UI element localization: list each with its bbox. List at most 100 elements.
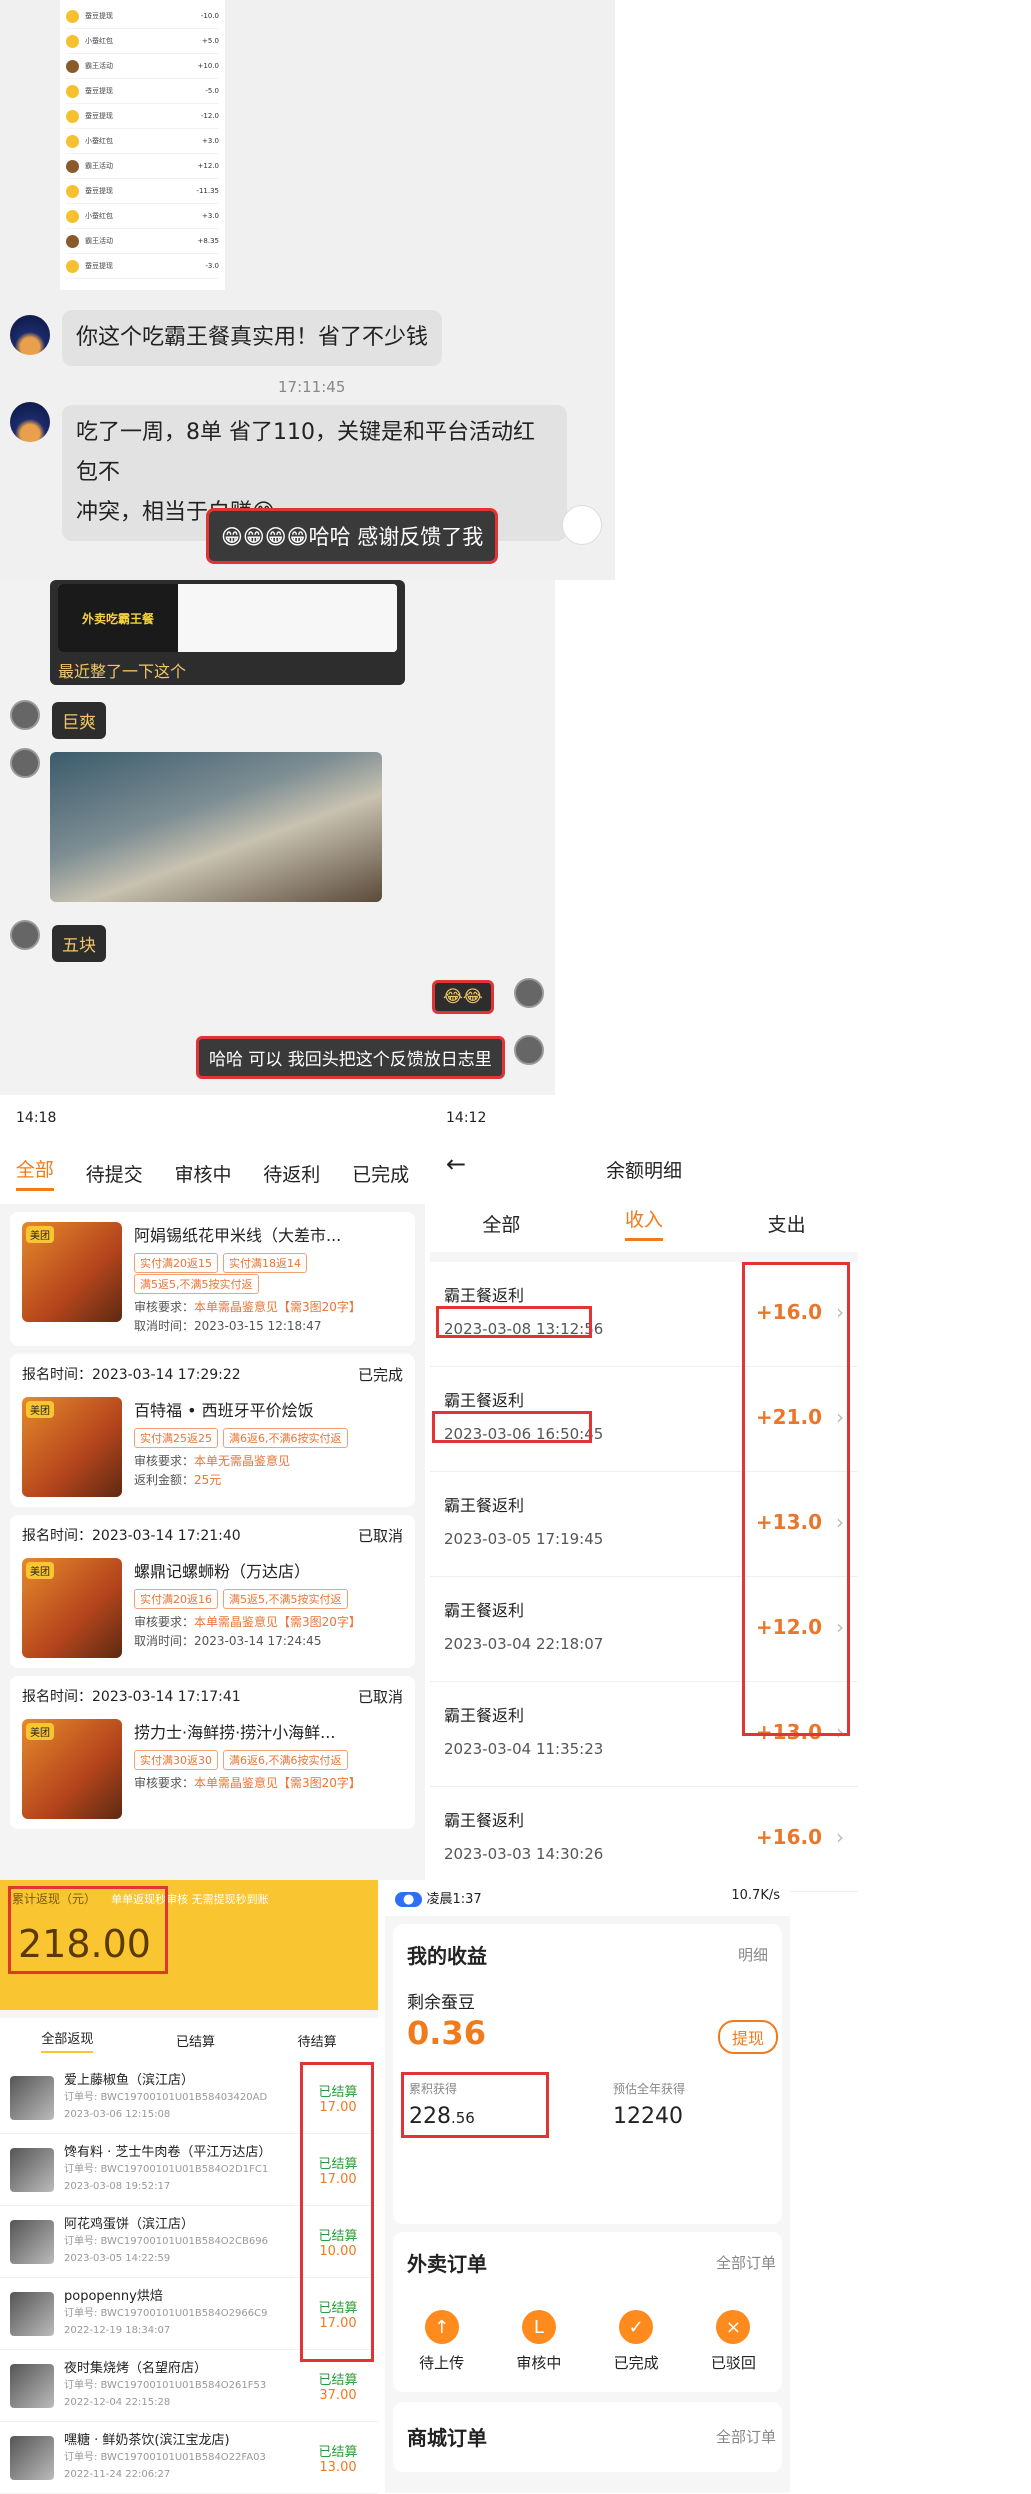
reject-icon: × [716, 2310, 751, 2344]
tab-0[interactable]: 全部 [482, 1210, 520, 1237]
user-avatar [10, 315, 50, 355]
food-image: 美团 [22, 1222, 122, 1322]
order-number: 订单号: BWC19700101U01B584O2966C9 [64, 2308, 268, 2319]
meituan-badge: 美团 [26, 1226, 54, 1243]
mini-row: 蚕豆提现 -11.35 [66, 179, 219, 204]
order-status-item[interactable]: × 已驳回 [711, 2310, 756, 2373]
meituan-badge: 美团 [26, 1562, 54, 1579]
coin-icon [66, 34, 79, 48]
coin-icon [66, 184, 79, 198]
status-label: 已完成 [613, 2354, 659, 2372]
review-requirement: 本单需晶鉴意见【需3图20字】 [194, 1300, 361, 1314]
mini-amount: -12.0 [200, 112, 219, 120]
coin-icon [66, 159, 79, 173]
order-status-item[interactable]: L 审核中 [516, 2310, 561, 2373]
check-icon: ✓ [619, 2310, 654, 2344]
tab-4[interactable]: 已完成 [352, 1160, 409, 1187]
orders-screen: 14:18 全部 待提交 审核中 待返利 已完成 美团 阿娟锡纸花甲米线（大差市... 实付… [0, 1100, 425, 1880]
row-date: 2023-03-04 22:18:07 [444, 1635, 604, 1653]
tab-2[interactable]: 支出 [768, 1210, 806, 1237]
row-title: 霸王餐返利 [444, 1601, 525, 1620]
order-number: 订单号: BWC19700101U01B584O2CB696 [64, 2236, 268, 2247]
nav-bar: ← 余额明细 [430, 1142, 858, 1194]
mini-label: 蚕豆提现 [85, 12, 113, 20]
status-bar: 14:12 [430, 1100, 858, 1142]
rebate-tag: 实付满25返25 [134, 1428, 218, 1448]
rebate-item[interactable]: 嘿糖 · 鲜奶茶饮(滨江宝龙店) 订单号: BWC19700101U01B584O… [0, 2422, 378, 2494]
rebate-screen: 累计返现（元） 单单返现秒审核 无需提现秒到账 218.00 全部返现 已结算 待结… [0, 1880, 378, 2494]
rebate-tag: 实付满20返15 [134, 1253, 218, 1273]
order-status-item[interactable]: ✓ 已完成 [614, 2310, 659, 2373]
shop-logo [10, 2075, 54, 2120]
shop-logo [10, 2147, 54, 2192]
reply-bubble: 哈哈 可以 我回头把这个反馈放日志里 [196, 1036, 505, 1079]
mini-amount: +8.35 [197, 237, 219, 245]
all-orders-link[interactable]: 全部订单 [716, 2426, 776, 2447]
mini-row: 霸王活动 +8.35 [66, 229, 219, 254]
review-requirement: 本单需晶鉴意见【需3图20字】 [194, 1776, 361, 1790]
message-bubble: 你这个吃霸王餐真实用！省了不少钱 [62, 310, 443, 366]
user-avatar [10, 748, 40, 778]
tab-1[interactable]: 待提交 [86, 1160, 143, 1187]
coin-icon [66, 234, 79, 248]
message-timestamp: 17:11:45 [278, 378, 346, 396]
message-bubble: 五块 [52, 925, 106, 962]
coin-icon [66, 209, 79, 223]
coin-icon [66, 259, 79, 273]
balance-row[interactable]: 霸王餐返利 2023-03-03 14:30:26 +16.0 › [430, 1787, 858, 1892]
register-time: 报名时间：2023-03-14 17:29:22 [22, 1367, 241, 1383]
mini-row: 蚕豆提现 -5.0 [66, 79, 219, 104]
register-time: 报名时间：2023-03-14 17:21:40 [22, 1528, 241, 1544]
mini-label: 霸王活动 [85, 62, 113, 70]
coin-icon [66, 9, 79, 23]
tab-2[interactable]: 审核中 [174, 1160, 231, 1187]
order-status-item[interactable]: ↑ 待上传 [419, 2310, 464, 2373]
card-thumbnail: 外卖吃霸王餐 [58, 584, 178, 652]
message-bubble: 巨爽 [52, 702, 106, 739]
review-requirement: 本单需晶鉴意见【需3图20字】 [194, 1615, 361, 1629]
detail-link[interactable]: 明细 [738, 1944, 768, 1965]
coin-icon [66, 134, 79, 148]
my-avatar [514, 1035, 544, 1065]
order-card[interactable]: 报名时间：2023-03-14 17:17:41 已取消 美团 捞力士·海鲜捞·捞汁小… [10, 1676, 415, 1829]
page-title: 余额明细 [605, 1160, 682, 1182]
coin-icon [66, 59, 79, 73]
mini-amount: +3.0 [202, 137, 219, 145]
user-avatar [10, 402, 50, 442]
shared-card: 外卖吃霸王餐 最近整了一下这个 [50, 580, 405, 685]
shop-name: 阿花鸡蛋饼（滨江店） [64, 2217, 195, 2232]
highlight-box [436, 1306, 592, 1338]
order-card[interactable]: 报名时间：2023-03-14 17:29:22 已完成 美团 百特福 • 西班牙平价… [10, 1354, 415, 1507]
year-label: 预估全年获得 [613, 2082, 686, 2096]
tab-1[interactable]: 已结算 [176, 2031, 215, 2050]
network-speed: 10.7K/s [731, 1888, 780, 1903]
chat-screenshot-2: 外卖吃霸王餐 最近整了一下这个 巨爽 五块 😂😂 哈哈 可以 我回头把这个反馈放… [0, 580, 555, 1095]
tab-2[interactable]: 待结算 [298, 2031, 337, 2050]
rebate-tag: 满6返6,不满6按实付返 [223, 1750, 348, 1770]
withdraw-button[interactable]: 提现 [717, 2020, 778, 2054]
mini-row: 蚕豆提现 -3.0 [66, 254, 219, 279]
order-status-icons: ↑ 待上传 L 审核中 ✓ 已完成 × 已驳回 [393, 2310, 782, 2373]
order-card[interactable]: 美团 阿娟锡纸花甲米线（大差市... 实付满20返15 实付满18返14满5返5,不满… [10, 1212, 415, 1346]
mini-amount: +10.0 [197, 62, 219, 70]
shop-name: 夜时集烧烤（名望府店） [64, 2361, 208, 2376]
tab-1[interactable]: 收入 [624, 1205, 663, 1241]
food-photo [50, 752, 382, 902]
mini-row: 小蚕红包 +5.0 [66, 29, 219, 54]
all-orders-link[interactable]: 全部订单 [716, 2252, 776, 2273]
food-image: 美团 [22, 1397, 122, 1497]
order-number: 订单号: BWC19700101U01B584O261F53 [64, 2380, 267, 2391]
tab-0[interactable]: 全部 [15, 1155, 54, 1191]
status-time: 14:12 [446, 1110, 487, 1126]
rebate-amount: 25元 [194, 1473, 222, 1487]
mini-label: 蚕豆提现 [85, 87, 113, 95]
row-title: 霸王餐返利 [444, 1496, 525, 1515]
row-title: 霸王餐返利 [444, 1286, 525, 1305]
order-card[interactable]: 报名时间：2023-03-14 17:21:40 已取消美团 螺鼎记螺蛳粉（万达店）… [10, 1515, 415, 1668]
row-date: 2023-03-03 14:30:26 [444, 1845, 604, 1863]
tab-3[interactable]: 待返利 [263, 1160, 320, 1187]
shop-name: 螺鼎记螺蛳粉（万达店） [134, 1562, 311, 1581]
balance-tabs: 全部 收入 支出 [430, 1194, 858, 1252]
tab-0[interactable]: 全部返现 [41, 2028, 94, 2053]
order-status: 已取消 [357, 1527, 403, 1545]
